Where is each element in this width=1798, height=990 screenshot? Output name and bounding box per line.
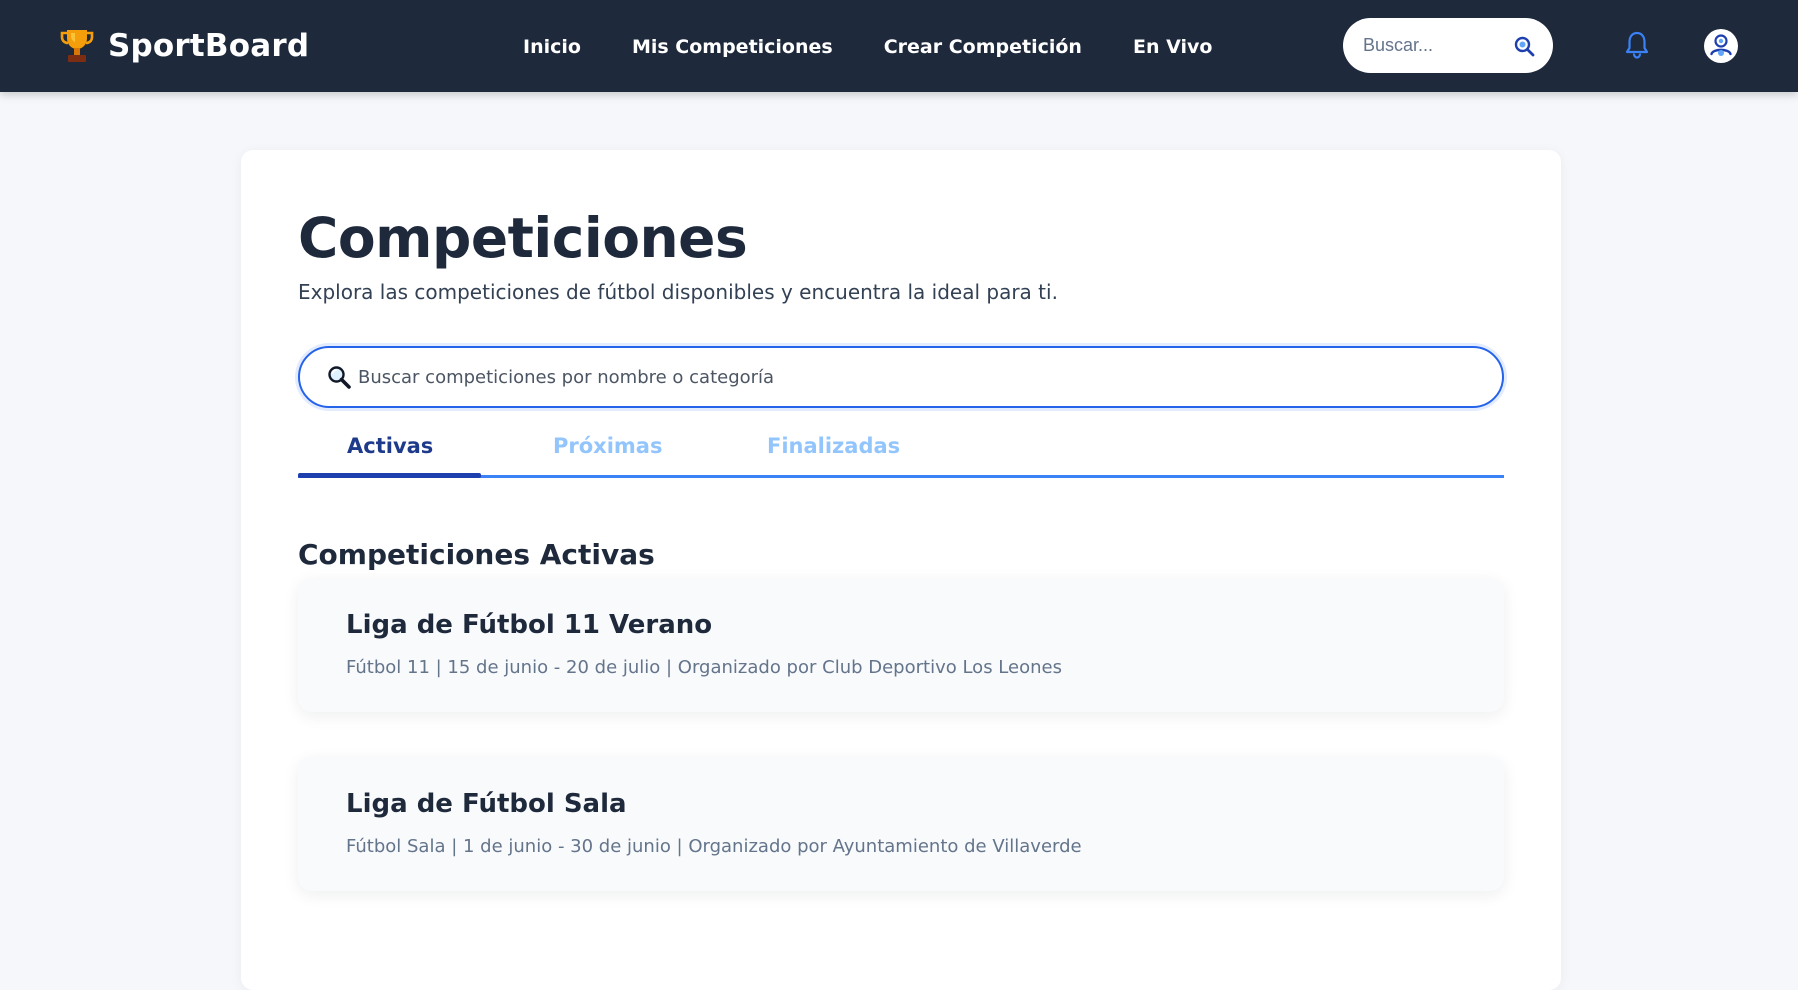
tab-activas[interactable]: Activas (347, 434, 433, 458)
search-icon[interactable] (1513, 35, 1535, 57)
competition-tabs: Activas Próximas Finalizadas (298, 426, 1504, 478)
nav-link-en-vivo[interactable]: En Vivo (1133, 36, 1212, 58)
top-navigation-bar: SportBoard Inicio Mis Competiciones Crea… (0, 0, 1798, 92)
header-search-box (1343, 18, 1553, 73)
competitions-panel: Competiciones Explora las competiciones … (241, 150, 1561, 990)
page-subtitle: Explora las competiciones de fútbol disp… (298, 280, 1058, 304)
active-tab-indicator (298, 473, 481, 478)
competition-name: Liga de Fútbol Sala (346, 789, 627, 819)
bell-icon[interactable] (1624, 30, 1650, 60)
brand-logo[interactable]: SportBoard (60, 26, 309, 66)
main-nav: Inicio Mis Competiciones Crear Competici… (523, 34, 1212, 60)
nav-link-mis-competiciones[interactable]: Mis Competiciones (632, 36, 833, 58)
nav-link-crear-competicion[interactable]: Crear Competición (884, 36, 1082, 58)
brand-name: SportBoard (108, 28, 310, 64)
competition-meta: Fútbol 11 | 15 de junio - 20 de julio | … (346, 657, 1062, 678)
header-search-input[interactable] (1363, 35, 1503, 56)
competition-card[interactable]: Liga de Fútbol Sala Fútbol Sala | 1 de j… (298, 757, 1504, 891)
competition-search-input[interactable] (358, 366, 1458, 388)
competition-search-box (298, 346, 1504, 408)
tab-proximas[interactable]: Próximas (553, 434, 662, 458)
trophy-icon (60, 30, 94, 62)
page-title: Competiciones (298, 206, 748, 270)
competition-name: Liga de Fútbol 11 Verano (346, 610, 713, 640)
section-title: Competiciones Activas (298, 538, 655, 571)
competition-meta: Fútbol Sala | 1 de junio - 30 de junio |… (346, 836, 1082, 857)
tab-finalizadas[interactable]: Finalizadas (767, 434, 900, 458)
nav-link-inicio[interactable]: Inicio (523, 36, 581, 58)
user-avatar-icon (1705, 30, 1737, 62)
user-avatar[interactable] (1704, 29, 1738, 63)
magnifier-icon (328, 366, 351, 389)
competition-card[interactable]: Liga de Fútbol 11 Verano Fútbol 11 | 15 … (298, 578, 1504, 712)
